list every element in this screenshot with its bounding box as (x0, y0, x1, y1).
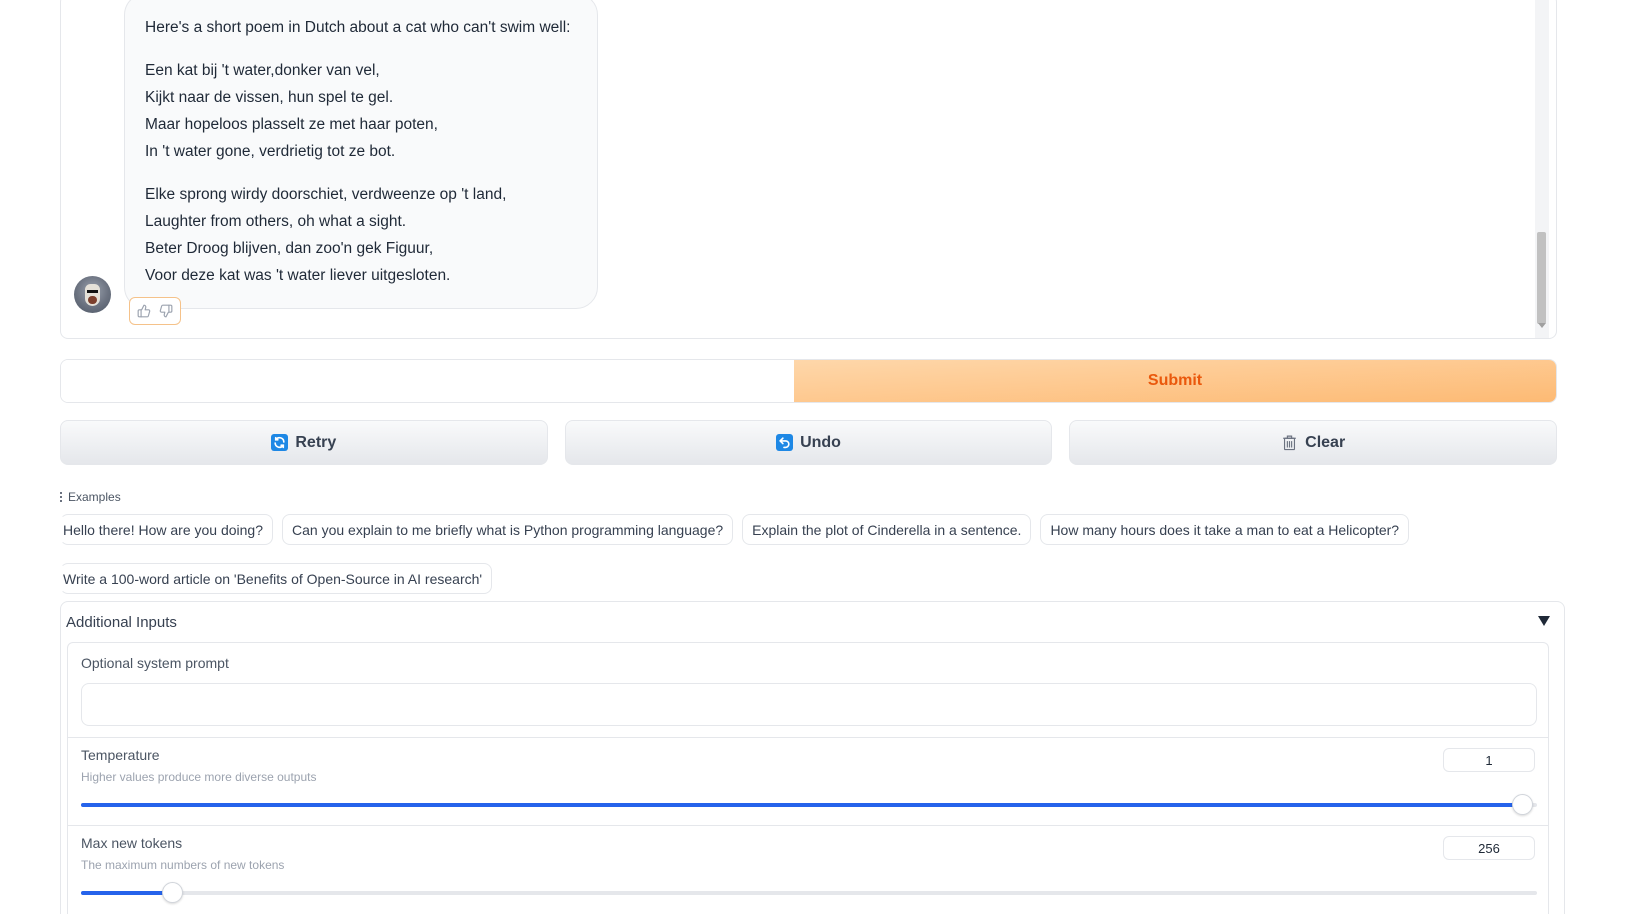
max-new-tokens-number-input[interactable] (1443, 836, 1535, 860)
submit-button[interactable]: Submit (794, 360, 1556, 402)
examples-header: Examples (60, 490, 121, 504)
example-item[interactable]: How many hours does it take a man to eat… (1040, 514, 1410, 545)
scroll-down-arrow-icon[interactable] (1538, 323, 1546, 328)
max-new-tokens-slider[interactable] (81, 882, 1537, 903)
examples-list: Hello there! How are you doing? Can you … (60, 514, 1480, 594)
temperature-slider[interactable] (81, 794, 1537, 815)
poem-line: Kijkt naar de vissen, hun spel te gel. (145, 89, 394, 106)
system-prompt-input[interactable] (81, 683, 1537, 726)
thumbs-down-icon[interactable] (159, 304, 173, 318)
undo-label: Undo (800, 433, 841, 451)
additional-inputs-accordion: Additional Inputs Optional system prompt… (60, 601, 1565, 914)
poem-line: Beter Droog blijven, dan zoo'n gek Figuu… (145, 240, 434, 257)
undo-icon (776, 434, 794, 451)
undo-button[interactable]: Undo (564, 420, 1053, 465)
poem-line: Een kat bij 't water,donker van vel, (145, 62, 380, 79)
bot-message-bubble: Here's a short poem in Dutch about a cat… (124, 0, 598, 309)
poem-line: Elke sprong wirdy doorschiet, verdweenze… (145, 186, 507, 203)
feedback-buttons (129, 297, 181, 325)
message-intro: Here's a short poem in Dutch about a cat… (145, 19, 571, 36)
max-new-tokens-slider-fill (81, 891, 172, 895)
collapse-triangle-icon[interactable] (1538, 616, 1550, 626)
max-new-tokens-label: Max new tokens (81, 835, 183, 851)
additional-inputs-form: Optional system prompt Temperature Highe… (67, 642, 1549, 914)
grip-icon (60, 492, 63, 502)
poem-stanza-2: Elke sprong wirdy doorschiet, verdweenze… (145, 181, 577, 289)
clear-label: Clear (1305, 433, 1346, 451)
divider (68, 825, 1548, 826)
chatbot-panel: Here's a short poem in Dutch about a cat… (60, 0, 1557, 339)
poem-line: Voor deze kat was 't water liever uitges… (145, 267, 451, 284)
system-prompt-label: Optional system prompt (81, 655, 229, 671)
example-item[interactable]: Explain the plot of Cinderella in a sent… (742, 514, 1032, 545)
divider (68, 737, 1548, 738)
temperature-number-input[interactable] (1443, 748, 1535, 772)
example-item[interactable]: Hello there! How are you doing? (60, 514, 274, 545)
message-input-row: Submit (60, 359, 1557, 403)
trash-icon (1281, 434, 1298, 451)
max-new-tokens-slider-thumb[interactable] (162, 882, 183, 903)
thumbs-up-icon[interactable] (137, 304, 151, 318)
temperature-label: Temperature (81, 747, 160, 763)
llama-avatar-icon (74, 276, 111, 313)
max-new-tokens-info: The maximum numbers of new tokens (81, 858, 285, 872)
example-item[interactable]: Can you explain to me briefly what is Py… (282, 514, 734, 545)
example-item[interactable]: Write a 100-word article on 'Benefits of… (60, 563, 493, 594)
message-input[interactable] (61, 360, 794, 402)
poem-stanza-1: Een kat bij 't water,donker van vel, Kij… (145, 57, 577, 165)
retry-button[interactable]: Retry (60, 420, 548, 465)
poem-line: Laughter from others, oh what a sight. (145, 213, 407, 230)
clear-button[interactable]: Clear (1069, 420, 1558, 465)
poem-line: In 't water gone, verdrietig tot ze bot. (145, 143, 396, 160)
chat-scrollbar-thumb[interactable] (1537, 232, 1546, 324)
accordion-title[interactable]: Additional Inputs (66, 614, 177, 631)
poem-line: Maar hopeloos plasselt ze met haar poten… (145, 116, 438, 133)
examples-label: Examples (68, 490, 121, 504)
temperature-slider-thumb[interactable] (1512, 794, 1534, 815)
action-buttons: Retry Undo Clear (60, 420, 1558, 465)
temperature-slider-fill (81, 803, 1523, 807)
temperature-info: Higher values produce more diverse outpu… (81, 770, 317, 784)
retry-icon (271, 434, 289, 451)
retry-label: Retry (295, 433, 337, 451)
